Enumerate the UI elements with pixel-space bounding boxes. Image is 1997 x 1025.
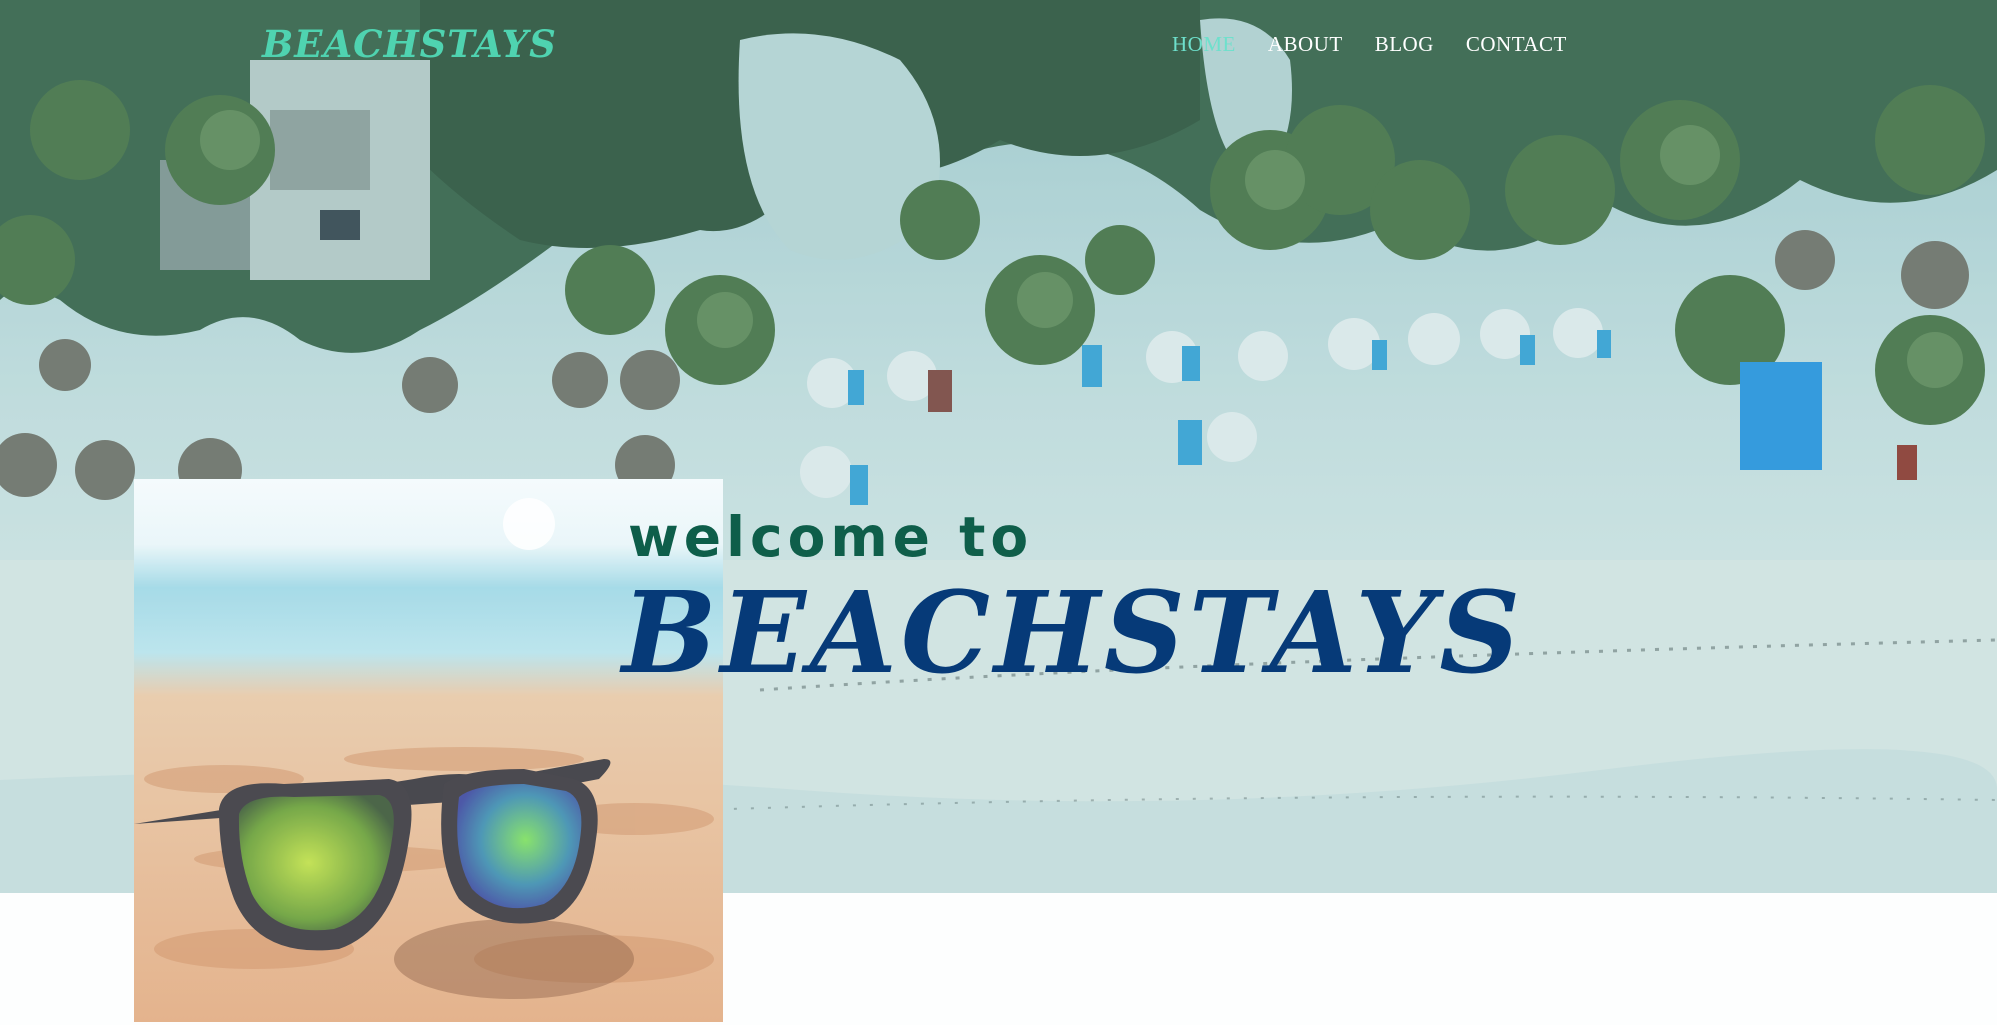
hero-brand-title: BEACHSTAYS (622, 568, 1525, 699)
welcome-subtitle: welcome to (628, 505, 1034, 569)
site-logo[interactable]: BEACHSTAYS (262, 22, 557, 66)
nav-home-link[interactable]: HOME (1172, 32, 1236, 57)
nav-contact-link[interactable]: CONTACT (1466, 32, 1567, 57)
nav-about-link[interactable]: ABOUT (1268, 32, 1343, 57)
main-nav: HOME ABOUT BLOG CONTACT (1172, 32, 1567, 57)
nav-blog-link[interactable]: BLOG (1375, 32, 1434, 57)
